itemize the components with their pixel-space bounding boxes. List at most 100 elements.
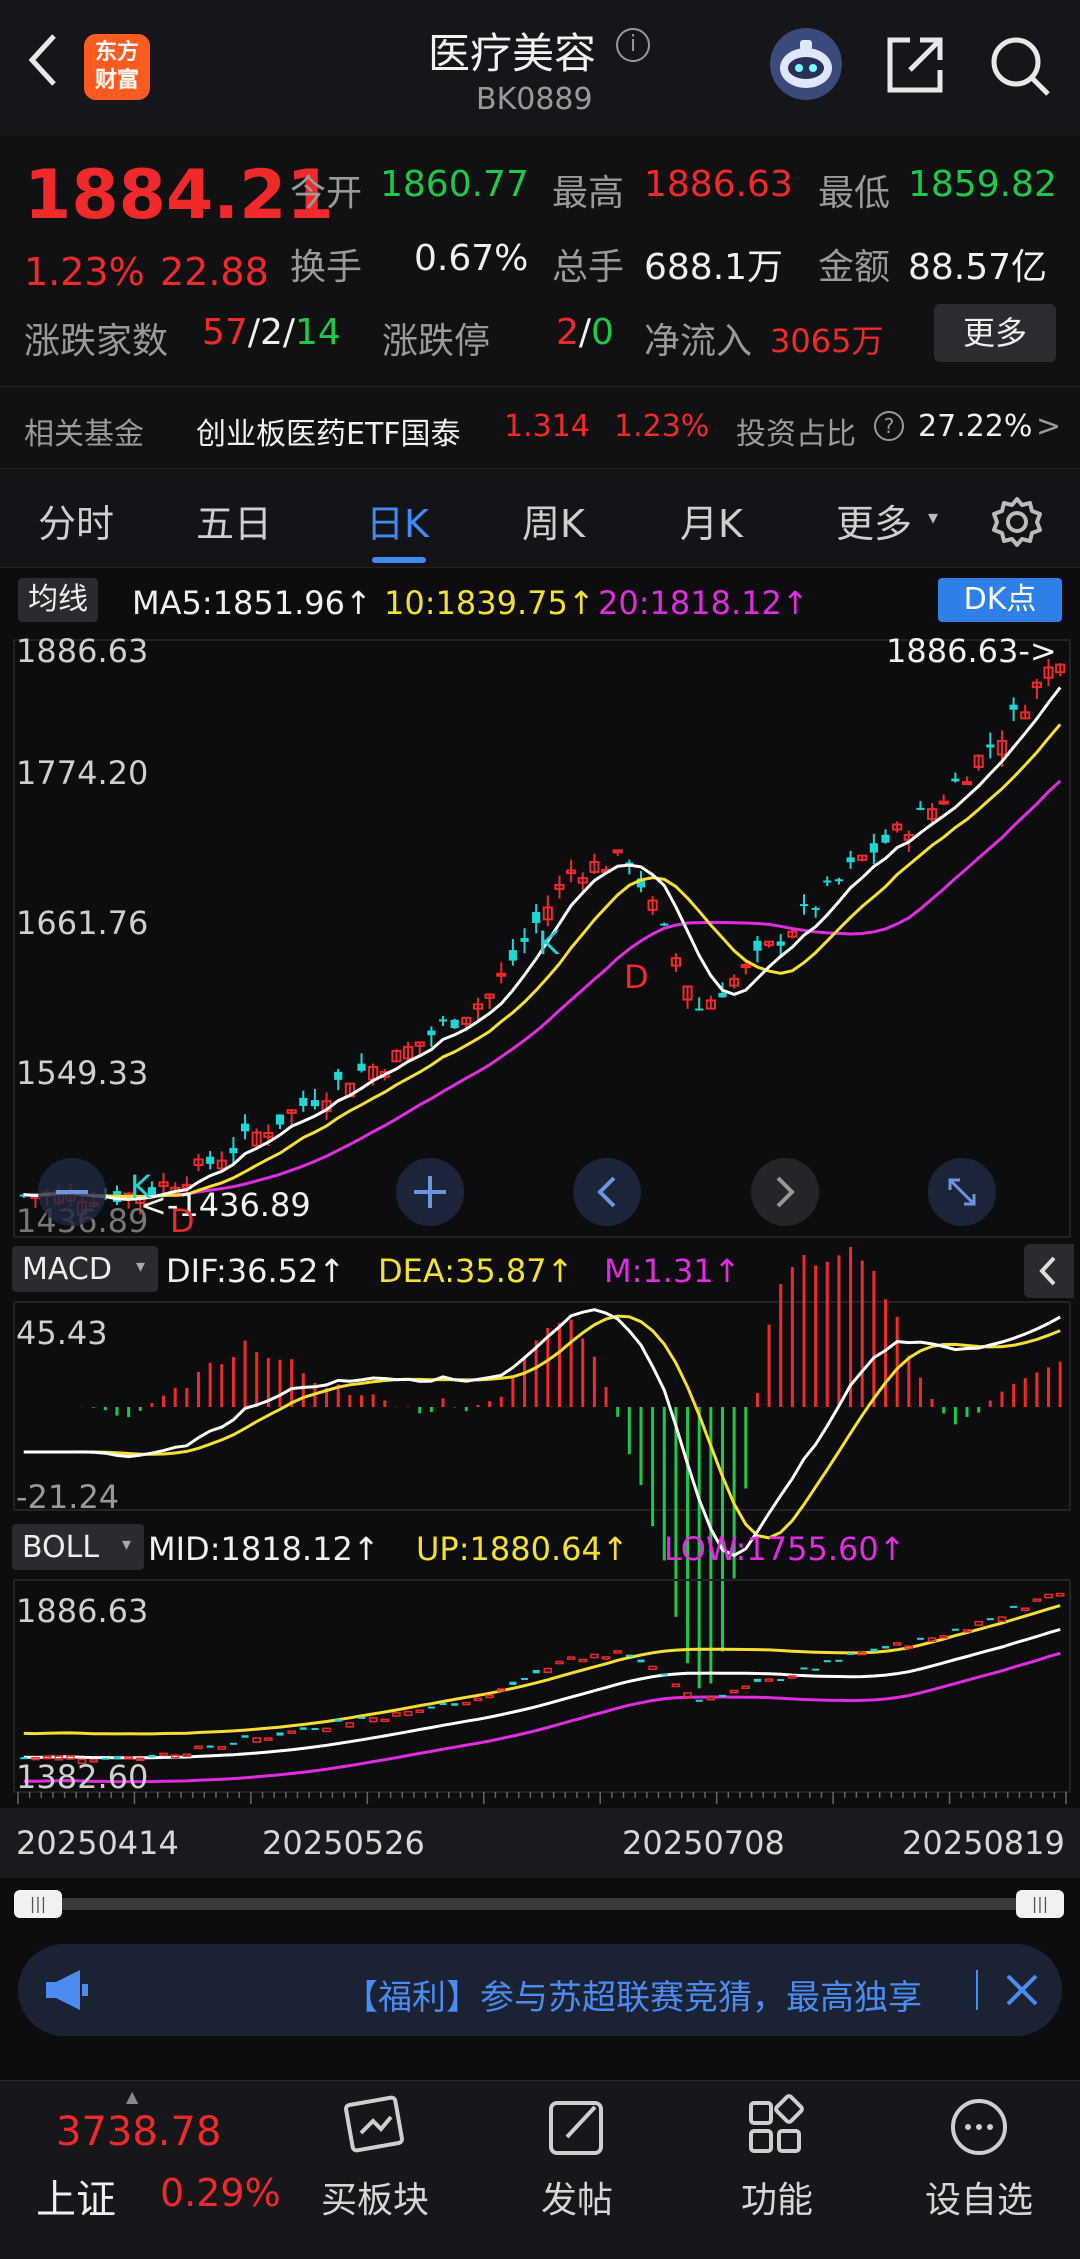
settings-icon[interactable] [990,495,1044,549]
add-watchlist-button[interactable]: 设自选 [904,2093,1054,2223]
date-label: 20250708 [622,1824,785,1862]
boll-candle [578,1658,587,1663]
date-axis: 20250414 20250526 20250708 20250819 [0,1808,1080,1878]
inflow-label: 净流入 [644,321,753,362]
tab-monthly-k[interactable]: 月K [680,493,743,548]
range-slider[interactable]: ||| ||| [14,1890,1064,1918]
boll-y-bottom: 1382.60 [16,1758,148,1796]
bottom-toolbar: ▲ 3738.78 上证 0.29% 买板块 发帖 功能 设自选 [0,2080,1080,2259]
date-label: 20250414 [16,1824,179,1862]
dif-line [23,1308,1061,1558]
sep: / [247,312,260,353]
date-ticks [17,1792,1067,1804]
robot-assistant-icon[interactable] [770,28,842,100]
breadth-label: 涨跌家数 [24,321,169,362]
macd-y-top: 45.43 [16,1314,108,1352]
boll-grid [13,1579,1071,1793]
close-icon[interactable] [1002,1970,1042,2010]
index-ticker[interactable]: ▲ 3738.78 上证 0.29% [0,2081,290,2259]
amount-label: 金额 [818,247,891,288]
share-icon[interactable] [884,34,946,96]
up-count: 57 [202,312,248,353]
slider-track [34,1898,1044,1910]
zoom-in-button[interactable] [396,1158,464,1226]
candle-body [846,857,855,863]
tab-five-day[interactable]: 五日 [196,493,272,548]
m-value: M:1.31↑ [604,1252,741,1290]
more-button[interactable]: 更多 [934,304,1056,362]
kline-y-label: 1661.76 [16,904,148,942]
fullscreen-button[interactable] [928,1158,996,1226]
sep: / [578,312,592,353]
dropdown-icon: ▾ [928,505,939,529]
sep: / [282,312,295,353]
dropdown-icon: ▾ [122,1534,132,1555]
buy-sector-button[interactable]: 买板块 [300,2093,450,2223]
grid-icon [749,2094,804,2153]
boll-candle [276,1732,284,1736]
open-label: 今开 [290,173,363,214]
candle-body [299,1097,308,1106]
related-fund-row[interactable]: 相关基金 创业板医药ETF国泰 1.314 1.23% 投资占比 ? 27.22… [0,386,1080,468]
banner-divider [976,1970,978,2010]
tab-more[interactable]: 更多 [836,493,912,548]
info-icon[interactable]: i [616,28,650,62]
macd-selector[interactable]: MACD ▾ [12,1246,158,1292]
ma10-value: 10:1839.75↑ [384,584,595,622]
boll-candle [509,1681,517,1685]
post-button[interactable]: 发帖 [502,2093,652,2223]
boll-selector[interactable]: BOLL ▾ [12,1524,144,1570]
quote-panel: 1884.21 1.23% 22.88 今开 1860.77 最高 1886.6… [0,136,1080,386]
scroll-left-button[interactable] [573,1158,641,1226]
boll-candle [741,1685,751,1690]
high-marker: 1886.63-> [886,632,1057,670]
slider-handle-right[interactable]: ||| [1016,1890,1064,1918]
down-count: 14 [295,312,341,353]
banner-text: 【福利】参与苏超联赛竞猜，最高独享 [344,1978,922,2018]
zoom-out-button[interactable] [38,1158,106,1226]
boll-upper-band [23,1604,1061,1736]
candle-body [834,879,844,882]
tab-daily-k[interactable]: 日K [366,493,429,548]
scroll-right-button[interactable] [751,1158,819,1226]
search-icon[interactable] [988,34,1052,98]
macd-selector-label: MACD [22,1252,112,1287]
boll-candle [194,1745,203,1750]
low-value: 1859.82 [908,164,1057,205]
boll-candle [637,1659,645,1663]
back-icon[interactable] [22,30,62,90]
boll-candle [1010,1605,1018,1608]
tab-intraday[interactable]: 分时 [38,493,114,548]
k-marker: K [130,1168,152,1206]
slider-handle-left[interactable]: ||| [14,1890,62,1918]
candle-body [951,778,960,782]
limit-label: 涨跌停 [382,321,491,362]
boll-candle [451,1703,459,1706]
fund-name[interactable]: 创业板医药ETF国泰 [196,409,461,453]
tab-weekly-k[interactable]: 周K [522,493,585,548]
functions-button[interactable]: 功能 [702,2093,852,2223]
amount-value: 88.57亿 [908,247,1048,288]
boll-candle [368,1717,378,1723]
dk-point-button[interactable]: DK点 [938,578,1062,622]
dea-line [23,1314,1061,1540]
candle-body [229,1147,238,1154]
boll-low-value: LOW:1755.60↑ [664,1530,906,1568]
kline-y-label: 1774.20 [16,754,148,792]
collapse-panel-button[interactable] [1024,1244,1074,1298]
eastmoney-logo: 东方 财富 [84,34,150,100]
ma-legend: 均线 MA5:1851.96↑ 10:1839.75↑ 20:1818.12↑ … [0,572,1080,632]
candle-body [508,950,517,961]
expand-up-icon: ▲ [126,2087,139,2106]
boll-candle [882,1646,890,1649]
help-icon[interactable]: ? [874,411,904,441]
promo-banner[interactable]: 【福利】参与苏超联赛竞猜，最高独享 [18,1944,1062,2036]
functions-label: 功能 [740,2180,813,2221]
low-marker: <-1436.89 [140,1186,311,1224]
ma-selector[interactable]: 均线 [18,578,98,622]
candle-body [427,1030,436,1036]
current-price: 1884.21 [24,156,334,235]
boll-candle [974,1620,983,1626]
candle-body [438,1019,448,1022]
boll-candle [986,1618,994,1621]
